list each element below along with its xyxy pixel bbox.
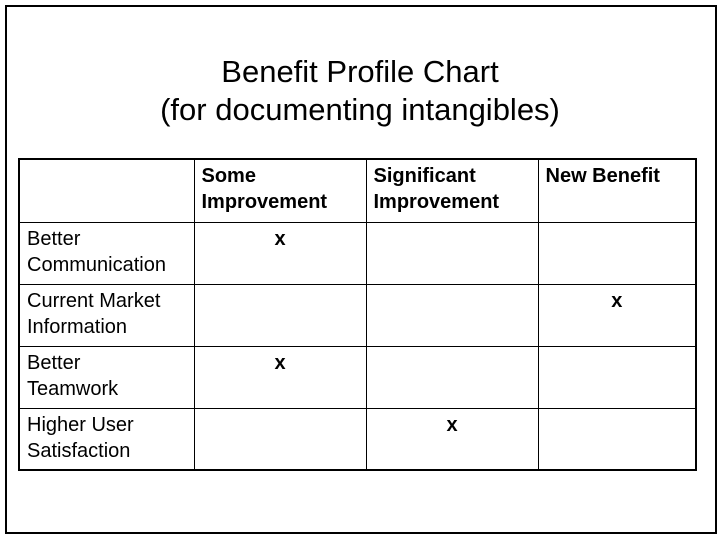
table-row: Better Teamwork x (18, 345, 697, 409)
table-row: Current Market Information x (18, 283, 697, 347)
row-label-line: Communication (27, 253, 166, 276)
header-text-line: Significant (373, 165, 476, 187)
row-label-line: Better (27, 227, 81, 250)
row-label-line: Higher User (27, 413, 134, 436)
slide-title: Benefit Profile Chart (for documenting i… (0, 53, 720, 129)
row-label: Better Communication (18, 221, 195, 285)
cell-new-benefit (537, 407, 697, 471)
header-text-line: New Benefit (545, 165, 660, 187)
cell-significant-improvement (365, 283, 539, 347)
cell-significant-improvement (365, 345, 539, 409)
cell-some-improvement: x (193, 345, 367, 409)
row-label-line: Teamwork (27, 377, 119, 400)
cell-some-improvement (193, 407, 367, 471)
header-new-benefit: New Benefit (537, 158, 697, 223)
header-significant-improvement: Significant Improvement (365, 158, 539, 223)
row-label-line: Information (27, 315, 128, 338)
cell-new-benefit: x (537, 283, 697, 347)
row-label-line: Current Market (27, 289, 161, 312)
row-label: Higher User Satisfaction (18, 407, 195, 471)
title-line-1: Benefit Profile Chart (221, 54, 499, 89)
header-text-line: Improvement (373, 191, 500, 213)
title-line-2: (for documenting intangibles) (160, 92, 560, 127)
table-row: Better Communication x (18, 221, 697, 285)
cell-some-improvement: x (193, 221, 367, 285)
row-label-line: Satisfaction (27, 439, 131, 462)
cell-significant-improvement (365, 221, 539, 285)
cell-some-improvement (193, 283, 367, 347)
header-text-line: Improvement (201, 191, 328, 213)
row-label: Current Market Information (18, 283, 195, 347)
cell-new-benefit (537, 345, 697, 409)
header-text-line: Some (201, 165, 256, 187)
table-row: Higher User Satisfaction x (18, 407, 697, 471)
cell-significant-improvement: x (365, 407, 539, 471)
header-corner-cell (18, 158, 195, 223)
header-some-improvement: Some Improvement (193, 158, 367, 223)
row-label-line: Better (27, 351, 81, 374)
benefit-profile-table: Some Improvement Significant Improvement… (18, 158, 697, 471)
header-row: Some Improvement Significant Improvement… (18, 158, 697, 223)
row-label: Better Teamwork (18, 345, 195, 409)
cell-new-benefit (537, 221, 697, 285)
